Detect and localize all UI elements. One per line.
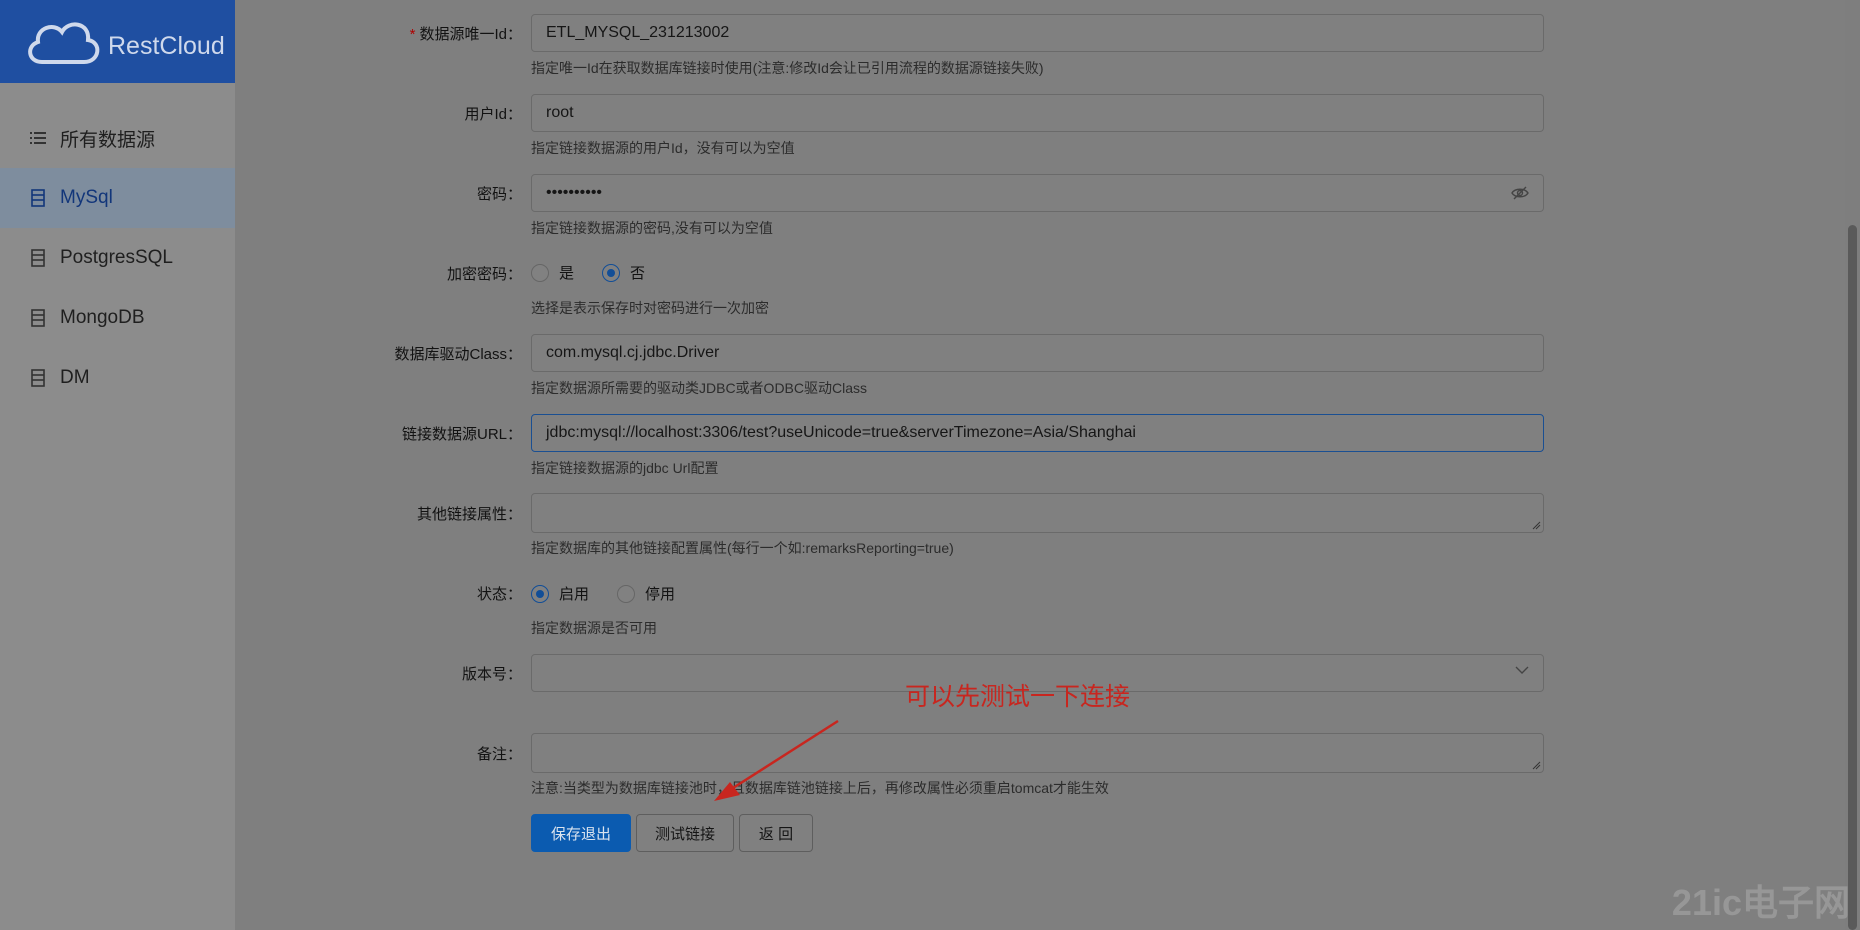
sidebar-item-label: 所有数据源 bbox=[60, 129, 156, 151]
scrollbar[interactable] bbox=[1845, 0, 1860, 930]
radio-label: 是 bbox=[559, 265, 575, 282]
eye-hidden-icon[interactable] bbox=[1511, 184, 1529, 202]
chevron-down-icon bbox=[1515, 666, 1529, 674]
input-value: ETL_MYSQL_231213002 bbox=[546, 24, 730, 41]
radio-encrypt-no[interactable]: 否 bbox=[602, 262, 645, 283]
field-label-user: 用户Id： bbox=[464, 106, 522, 123]
input-value: root bbox=[546, 104, 574, 121]
sidebar-item-mongodb[interactable]: MongoDB bbox=[0, 288, 235, 348]
datasource-id-input[interactable]: ETL_MYSQL_231213002 bbox=[531, 14, 1544, 52]
sidebar-item-dm[interactable]: DM bbox=[0, 348, 235, 408]
remark-textarea[interactable] bbox=[531, 733, 1544, 773]
field-label-driver: 数据库驱动Class： bbox=[394, 346, 522, 363]
sidebar-item-label: DM bbox=[60, 367, 90, 388]
sidebar-item-all[interactable]: 所有数据源 bbox=[0, 108, 235, 168]
list-icon bbox=[30, 132, 46, 144]
input-value: com.mysql.cj.jdbc.Driver bbox=[546, 344, 720, 361]
field-label-url: 链接数据源URL： bbox=[401, 426, 522, 443]
resize-handle-icon[interactable] bbox=[1531, 520, 1541, 530]
field-label-version: 版本号： bbox=[461, 666, 522, 683]
radio-circle[interactable] bbox=[602, 263, 621, 282]
radio-label: 启用 bbox=[559, 586, 590, 603]
field-label-encrypt: 加密密码： bbox=[446, 266, 522, 283]
sidebar-item-label: PostgresSQL bbox=[60, 247, 173, 268]
sidebar-item-postgres[interactable]: PostgresSQL bbox=[0, 228, 235, 288]
radio-encrypt-yes[interactable]: 是 bbox=[531, 262, 574, 283]
help-text: 指定链接数据源的密码,没有可以为空值 bbox=[531, 220, 773, 236]
radio-circle[interactable] bbox=[531, 584, 549, 603]
sidebar: RestCloud 所有数据源 MySql PostgresSQL MongoD… bbox=[0, 0, 235, 930]
field-label-status: 状态： bbox=[476, 586, 522, 603]
connection-props-textarea[interactable] bbox=[531, 493, 1544, 533]
status-radio-group: 启用 停用 bbox=[531, 583, 703, 604]
driver-class-input[interactable]: com.mysql.cj.jdbc.Driver bbox=[531, 334, 1544, 372]
help-text: 选择是表示保存时对密码进行一次加密 bbox=[531, 300, 769, 316]
help-text: 指定数据源所需要的驱动类JDBC或者ODBC驱动Class bbox=[531, 380, 868, 396]
help-text: 指定唯一Id在获取数据库链接时使用(注意:修改Id会让已引用流程的数据源链接失败… bbox=[531, 60, 1044, 76]
encrypt-radio-group: 是 否 bbox=[531, 262, 673, 283]
logo-text: RestCloud bbox=[108, 32, 225, 60]
radio-label: 停用 bbox=[645, 586, 676, 603]
sidebar-item-label: MySql bbox=[60, 187, 113, 208]
password-input[interactable]: •••••••••• bbox=[531, 174, 1544, 212]
field-label-props: 其他链接属性： bbox=[416, 506, 522, 523]
cloud-logo-icon bbox=[28, 22, 100, 64]
sidebar-menu: 所有数据源 MySql PostgresSQL MongoDB DM bbox=[0, 108, 235, 408]
user-id-input[interactable]: root bbox=[531, 94, 1544, 132]
help-text: 指定链接数据源的用户Id，没有可以为空值 bbox=[531, 140, 795, 156]
help-text: 指定数据库的其他链接配置属性(每行一个如:remarksReporting=tr… bbox=[531, 540, 954, 556]
database-icon bbox=[31, 189, 45, 207]
label-text: 数据源唯一Id： bbox=[419, 26, 522, 43]
jdbc-url-input[interactable]: jdbc:mysql://localhost:3306/test?useUnic… bbox=[531, 414, 1544, 452]
radio-label: 否 bbox=[630, 265, 646, 282]
help-text: 指定数据源是否可用 bbox=[531, 620, 657, 636]
resize-handle-icon[interactable] bbox=[1531, 760, 1541, 770]
sidebar-item-label: MongoDB bbox=[60, 307, 145, 328]
save-exit-button[interactable]: 保存退出 bbox=[531, 814, 631, 852]
help-text: 指定链接数据源的jdbc Url配置 bbox=[531, 460, 719, 476]
field-label-password: 密码： bbox=[476, 186, 522, 203]
required-mark: * bbox=[409, 26, 416, 43]
database-icon bbox=[31, 249, 45, 267]
radio-circle[interactable] bbox=[531, 263, 549, 282]
radio-status-enabled[interactable]: 启用 bbox=[531, 583, 589, 604]
radio-circle[interactable] bbox=[617, 584, 636, 603]
database-icon bbox=[31, 309, 45, 327]
input-value: jdbc:mysql://localhost:3306/test?useUnic… bbox=[546, 424, 1136, 441]
annotation-arrow-icon bbox=[714, 719, 839, 801]
radio-status-disabled[interactable]: 停用 bbox=[617, 583, 675, 604]
logo-bar: RestCloud bbox=[0, 0, 235, 83]
back-button[interactable]: 返 回 bbox=[739, 814, 813, 852]
field-label-id: * 数据源唯一Id： bbox=[410, 23, 522, 44]
watermark-logo: 21ic电子网 bbox=[1671, 882, 1850, 923]
database-icon bbox=[31, 369, 45, 387]
input-value: •••••••••• bbox=[546, 184, 603, 201]
field-label-remark: 备注： bbox=[476, 746, 522, 763]
test-connection-button[interactable]: 测试链接 bbox=[636, 814, 734, 852]
scrollbar-thumb[interactable] bbox=[1848, 225, 1857, 930]
annotation-text: 可以先测试一下连接 bbox=[905, 683, 1131, 711]
sidebar-item-mysql[interactable]: MySql bbox=[0, 168, 235, 228]
